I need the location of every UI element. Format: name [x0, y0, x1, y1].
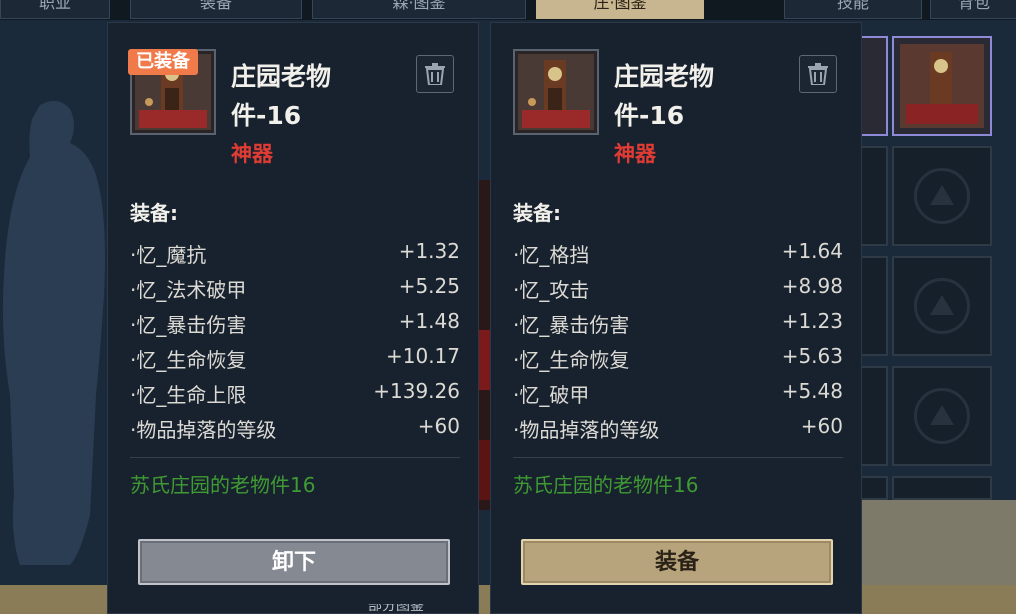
empty-slot-icon	[914, 278, 970, 334]
bottom-cut-label: 部分图鉴	[368, 604, 424, 614]
stat-name: ·忆_格挡	[513, 243, 590, 267]
stat-value: +5.48	[781, 379, 843, 403]
item-rarity: 神器	[231, 142, 273, 166]
stat-row: ·忆_破甲 +5.48	[513, 375, 843, 410]
stat-row: ·物品掉落的等级 +60	[513, 410, 843, 445]
stat-name: ·忆_生命恢复	[130, 348, 247, 372]
tab-manor-codex[interactable]: 庄·图鉴	[536, 0, 704, 19]
stat-name: ·物品掉落的等级	[130, 418, 277, 442]
stat-row: ·忆_格挡 +1.64	[513, 235, 843, 270]
manor-relic-icon	[900, 44, 984, 128]
equipped-badge: 已装备	[128, 49, 198, 75]
stat-value: +1.23	[781, 309, 843, 333]
stat-row: ·忆_生命恢复 +5.63	[513, 340, 843, 375]
item-rarity: 神器	[614, 142, 656, 166]
stat-name: ·忆_暴击伤害	[513, 313, 630, 337]
item-name: 庄园老物件-16	[231, 62, 332, 130]
stat-name: ·物品掉落的等级	[513, 418, 660, 442]
tab-profession[interactable]: 职业	[0, 0, 110, 19]
divider	[130, 457, 460, 458]
stat-value: +5.25	[398, 274, 460, 298]
stat-row: ·忆_暴击伤害 +1.23	[513, 305, 843, 340]
stat-name: ·忆_生命上限	[130, 383, 247, 407]
empty-slot-icon	[914, 168, 970, 224]
tab-equipment[interactable]: 装备	[130, 0, 302, 19]
empty-slot-icon	[914, 388, 970, 444]
ground-rock	[860, 500, 1016, 585]
stat-name: ·忆_生命恢复	[513, 348, 630, 372]
stat-row: ·物品掉落的等级 +60	[130, 410, 460, 445]
stat-value: +1.64	[781, 239, 843, 263]
divider	[513, 457, 843, 458]
stat-name: ·忆_破甲	[513, 383, 590, 407]
tab-backpack[interactable]: 背包	[930, 0, 1016, 19]
stat-value: +8.98	[781, 274, 843, 298]
tab-forest-codex[interactable]: 森·图鉴	[312, 0, 526, 19]
stat-value: +139.26	[373, 379, 460, 403]
stat-row: ·忆_暴击伤害 +1.48	[130, 305, 460, 340]
stat-value: +1.32	[398, 239, 460, 263]
inventory-slot[interactable]	[892, 366, 992, 466]
stat-value: +10.17	[385, 344, 460, 368]
stats-section-label: 装备:	[130, 201, 178, 225]
tab-skills[interactable]: 技能	[784, 0, 922, 19]
item-flavor-text: 苏氏庄园的老物件16	[513, 473, 699, 497]
equipped-item-panel: 已装备 庄园老物件-16 神器 装备: ·忆_魔抗 +1.32 ·忆_法术破甲 +5…	[107, 22, 479, 614]
inventory-slot[interactable]	[892, 256, 992, 356]
inventory-slot-selected[interactable]	[892, 36, 992, 136]
discard-button[interactable]	[416, 55, 454, 93]
stat-list: ·忆_格挡 +1.64 ·忆_攻击 +8.98 ·忆_暴击伤害 +1.23 ·忆_生命…	[513, 235, 843, 445]
inventory-slot[interactable]	[892, 146, 992, 246]
equip-button[interactable]: 装备	[521, 539, 833, 585]
stats-section-label: 装备:	[513, 201, 561, 225]
character-silhouette	[2, 100, 106, 565]
stat-name: ·忆_法术破甲	[130, 278, 247, 302]
stat-value: +60	[417, 414, 460, 438]
stat-row: ·忆_法术破甲 +5.25	[130, 270, 460, 305]
stat-list: ·忆_魔抗 +1.32 ·忆_法术破甲 +5.25 ·忆_暴击伤害 +1.48 ·忆_…	[130, 235, 460, 445]
stat-row: ·忆_魔抗 +1.32	[130, 235, 460, 270]
trash-icon	[808, 63, 828, 85]
item-flavor-text: 苏氏庄园的老物件16	[130, 473, 316, 497]
compare-item-panel: 庄园老物件-16 神器 装备: ·忆_格挡 +1.64 ·忆_攻击 +8.98 ·忆…	[490, 22, 862, 614]
unequip-button[interactable]: 卸下	[138, 539, 450, 585]
discard-button[interactable]	[799, 55, 837, 93]
stat-name: ·忆_攻击	[513, 278, 590, 302]
stat-row: ·忆_生命上限 +139.26	[130, 375, 460, 410]
inventory-slot[interactable]	[892, 476, 992, 500]
stat-row: ·忆_生命恢复 +10.17	[130, 340, 460, 375]
stat-value: +60	[800, 414, 843, 438]
stat-value: +5.63	[781, 344, 843, 368]
stat-row: ·忆_攻击 +8.98	[513, 270, 843, 305]
top-tab-bar: 职业 装备 森·图鉴 庄·图鉴 技能 背包	[0, 0, 1016, 20]
stat-name: ·忆_魔抗	[130, 243, 207, 267]
trash-icon	[425, 63, 445, 85]
stat-name: ·忆_暴击伤害	[130, 313, 247, 337]
stat-value: +1.48	[398, 309, 460, 333]
item-name: 庄园老物件-16	[614, 62, 715, 130]
manor-relic-icon	[518, 54, 594, 130]
item-icon-frame	[513, 49, 599, 135]
